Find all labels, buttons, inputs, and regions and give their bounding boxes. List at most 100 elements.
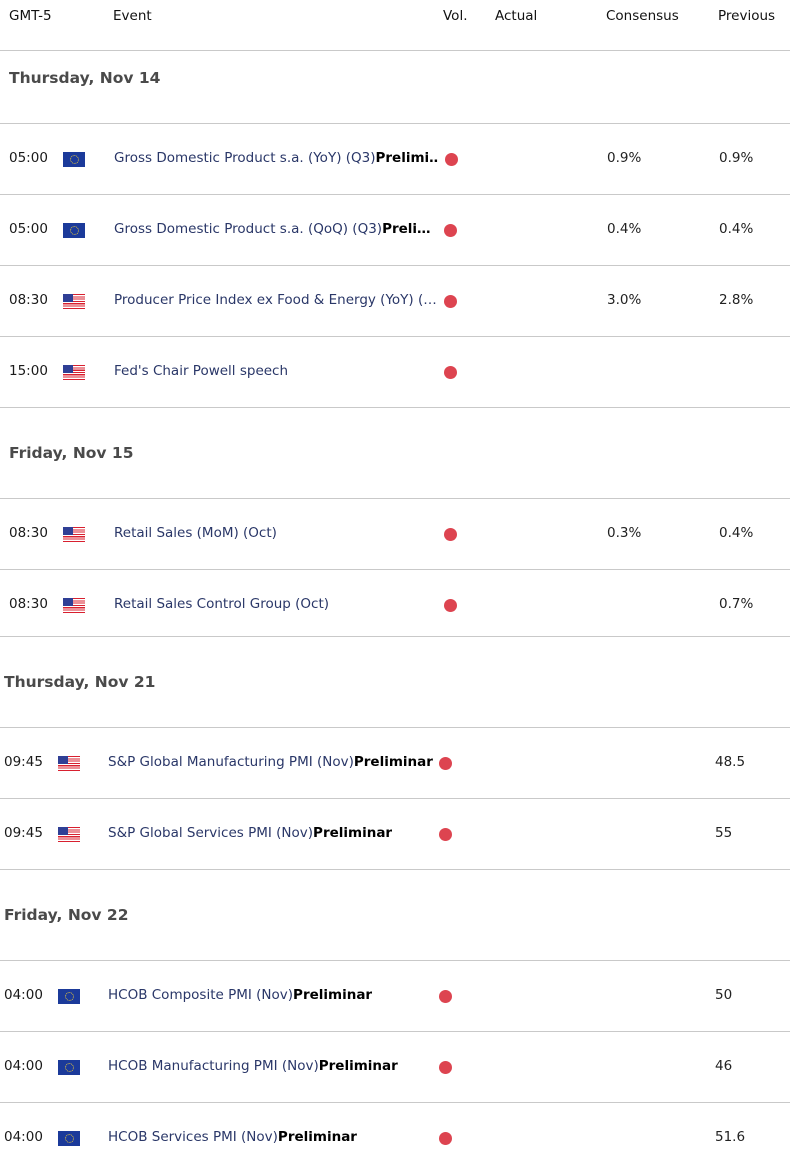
event-row[interactable]: 04:00 HCOB Composite PMI (Nov)Preliminar…	[0, 961, 790, 1032]
event-title: Producer Price Index ex Food & Energy (Y…	[114, 292, 437, 308]
previous-value: 48.5	[715, 754, 746, 770]
event-title: S&P Global Manufacturing PMI (Nov)	[108, 754, 354, 770]
event-row[interactable]: 08:30 Retail Sales Control Group (Oct) 0…	[0, 570, 790, 637]
column-header-volatility[interactable]: Vol.	[443, 8, 468, 24]
high-volatility-icon	[445, 153, 458, 166]
previous-value: 0.9%	[719, 150, 754, 166]
us-flag-icon	[63, 527, 85, 542]
event-name[interactable]: S&P Global Manufacturing PMI (Nov)Prelim…	[108, 754, 433, 770]
event-title: Retail Sales (MoM) (Oct)	[114, 525, 277, 541]
event-name[interactable]: Retail Sales (MoM) (Oct)	[114, 525, 277, 541]
day-label: Friday, Nov 22	[4, 906, 129, 924]
event-row[interactable]: 08:30 Producer Price Index ex Food & Ene…	[0, 266, 790, 337]
high-volatility-icon	[444, 528, 457, 541]
event-title: Fed's Chair Powell speech	[114, 363, 289, 379]
eu-flag-icon	[58, 1060, 80, 1075]
previous-value: 2.8%	[719, 292, 754, 308]
us-flag-icon	[58, 756, 80, 771]
eu-flag-icon	[58, 989, 80, 1004]
event-suffix: Preliminar	[313, 825, 393, 841]
event-suffix: Preli…	[382, 221, 431, 237]
column-header-consensus[interactable]: Consensus	[606, 8, 679, 24]
event-row[interactable]: 09:45 S&P Global Manufacturing PMI (Nov)…	[0, 728, 790, 799]
event-suffix: Preliminar	[277, 1129, 357, 1145]
event-row[interactable]: 05:00 Gross Domestic Product s.a. (QoQ) …	[0, 195, 790, 266]
high-volatility-icon	[444, 295, 457, 308]
event-name[interactable]: HCOB Manufacturing PMI (Nov)Preliminar	[108, 1058, 398, 1074]
eu-flag-icon	[63, 152, 85, 167]
previous-value: 0.4%	[719, 221, 754, 237]
event-time: 09:45	[4, 754, 43, 770]
event-title: Retail Sales Control Group (Oct)	[114, 596, 330, 612]
event-time: 04:00	[4, 1129, 43, 1145]
eu-flag-icon	[63, 223, 85, 238]
event-row[interactable]: 08:30 Retail Sales (MoM) (Oct) 0.3% 0.4%	[0, 499, 790, 570]
event-time: 08:30	[9, 292, 48, 308]
consensus-value: 0.9%	[607, 150, 642, 166]
column-header-event[interactable]: Event	[113, 8, 152, 24]
previous-value: 0.4%	[719, 525, 754, 541]
event-title: HCOB Composite PMI (Nov)	[108, 987, 294, 1003]
us-flag-icon	[63, 598, 85, 613]
previous-value: 50	[715, 987, 733, 1003]
day-header: Friday, Nov 22	[0, 870, 790, 961]
event-suffix: Preliminar	[293, 987, 373, 1003]
previous-value: 46	[715, 1058, 733, 1074]
event-name[interactable]: Producer Price Index ex Food & Energy (Y…	[114, 292, 437, 308]
event-time: 05:00	[9, 150, 48, 166]
day-header: Friday, Nov 15	[0, 408, 790, 499]
event-name[interactable]: HCOB Services PMI (Nov)Preliminar	[108, 1129, 357, 1145]
us-flag-icon	[63, 294, 85, 309]
event-row[interactable]: 09:45 S&P Global Services PMI (Nov)Preli…	[0, 799, 790, 870]
high-volatility-icon	[444, 366, 457, 379]
event-name[interactable]: Fed's Chair Powell speech	[114, 363, 288, 379]
previous-value: 51.6	[715, 1129, 746, 1145]
column-header-actual[interactable]: Actual	[495, 8, 537, 24]
previous-value: 55	[715, 825, 733, 841]
event-name[interactable]: HCOB Composite PMI (Nov)Preliminar	[108, 987, 372, 1003]
event-suffix: Preliminar	[353, 754, 433, 770]
high-volatility-icon	[439, 990, 452, 1003]
event-title: HCOB Services PMI (Nov)	[108, 1129, 278, 1145]
event-suffix: Prelimi…	[375, 150, 440, 166]
high-volatility-icon	[444, 224, 457, 237]
event-name[interactable]: Gross Domestic Product s.a. (QoQ) (Q3)Pr…	[114, 221, 431, 237]
us-flag-icon	[63, 365, 85, 380]
event-time: 05:00	[9, 221, 48, 237]
event-time: 08:30	[9, 596, 48, 612]
day-label: Thursday, Nov 14	[9, 69, 161, 87]
us-flag-icon	[58, 827, 80, 842]
day-header: Thursday, Nov 14	[0, 51, 790, 124]
high-volatility-icon	[439, 1132, 452, 1145]
column-header-previous[interactable]: Previous	[718, 8, 775, 24]
event-name[interactable]: Retail Sales Control Group (Oct)	[114, 596, 329, 612]
event-row[interactable]: 04:00 HCOB Services PMI (Nov)Preliminar …	[0, 1103, 790, 1174]
economic-calendar: GMT-5 Event Vol. Actual Consensus Previo…	[0, 0, 790, 1174]
day-label: Friday, Nov 15	[9, 444, 134, 462]
event-title: Gross Domestic Product s.a. (YoY) (Q3)	[114, 150, 376, 166]
event-row[interactable]: 04:00 HCOB Manufacturing PMI (Nov)Prelim…	[0, 1032, 790, 1103]
event-title: HCOB Manufacturing PMI (Nov)	[108, 1058, 319, 1074]
event-time: 04:00	[4, 1058, 43, 1074]
event-name[interactable]: Gross Domestic Product s.a. (YoY) (Q3)Pr…	[114, 150, 439, 166]
column-header-timezone[interactable]: GMT-5	[9, 8, 52, 24]
event-title: S&P Global Services PMI (Nov)	[108, 825, 314, 841]
high-volatility-icon	[439, 828, 452, 841]
eu-flag-icon	[58, 1131, 80, 1146]
high-volatility-icon	[439, 1061, 452, 1074]
event-time: 08:30	[9, 525, 48, 541]
event-row[interactable]: 05:00 Gross Domestic Product s.a. (YoY) …	[0, 124, 790, 195]
previous-value: 0.7%	[719, 596, 754, 612]
event-time: 09:45	[4, 825, 43, 841]
event-time: 15:00	[9, 363, 48, 379]
event-row[interactable]: 15:00 Fed's Chair Powell speech	[0, 337, 790, 408]
event-title: Gross Domestic Product s.a. (QoQ) (Q3)	[114, 221, 383, 237]
high-volatility-icon	[439, 757, 452, 770]
consensus-value: 0.3%	[607, 525, 642, 541]
table-header: GMT-5 Event Vol. Actual Consensus Previo…	[0, 0, 790, 51]
event-suffix: Preliminar	[318, 1058, 398, 1074]
event-name[interactable]: S&P Global Services PMI (Nov)Preliminar	[108, 825, 392, 841]
day-label: Thursday, Nov 21	[4, 673, 156, 691]
day-header: Thursday, Nov 21	[0, 637, 790, 728]
high-volatility-icon	[444, 599, 457, 612]
